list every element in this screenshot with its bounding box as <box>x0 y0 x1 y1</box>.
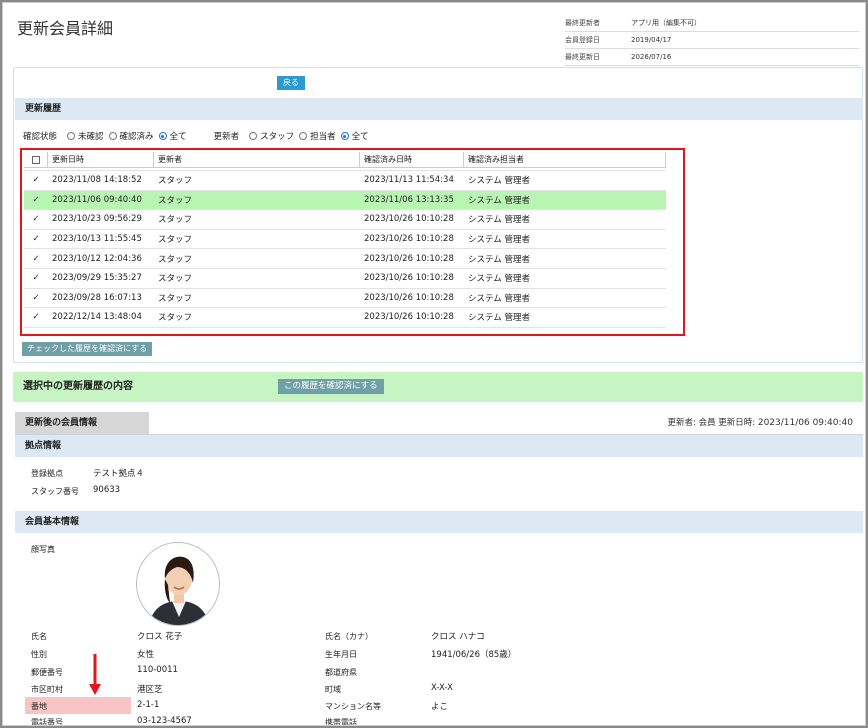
table-row[interactable]: ✓ 2023/09/28 16:07:13 スタッフ 2023/10/26 10… <box>24 289 666 309</box>
building-value: よこ <box>431 702 449 712</box>
zip-value: 110-0011 <box>137 665 178 675</box>
status-radio-unconfirmed[interactable]: 未確認 <box>67 130 104 142</box>
column-header[interactable]: 更新日時 <box>48 152 154 168</box>
column-header[interactable]: 確認済み担当者 <box>464 152 666 168</box>
status-radio-confirmed[interactable]: 確認済み <box>108 130 154 142</box>
page-title: 更新会員詳細 <box>17 19 114 38</box>
staff-number-value: 90633 <box>93 485 121 495</box>
table-row-selected[interactable]: ✓ 2023/11/06 09:40:40 スタッフ 2023/11/06 13… <box>24 190 666 211</box>
tel-value: 03-123-4567 <box>137 716 192 726</box>
column-header[interactable]: 更新者 <box>154 152 360 168</box>
history-table[interactable]: 更新日時 更新者 確認済み日時 確認済み担当者 ✓ 2023/12/19 13:… <box>20 148 685 336</box>
member-section-header: 会員基本情報 <box>15 511 863 533</box>
confirm-checked-button[interactable]: チェックした履歴を確認済にする <box>22 342 153 356</box>
meta-row: 会員登録日 2019/04/17 <box>565 32 859 49</box>
updater-radio-manager[interactable]: 担当者 <box>299 130 336 142</box>
table-row[interactable]: ✓ 2022/12/14 13:48:04 スタッフ 2023/10/26 10… <box>24 308 666 328</box>
table-body: ✓ 2023/12/19 13:44:29 スタッフ 2026/07/02 11… <box>24 160 666 328</box>
gender-value: 女性 <box>137 650 155 660</box>
column-header[interactable]: 確認済み日時 <box>360 152 464 168</box>
kana-value: クロス ハナコ <box>431 632 485 642</box>
member-photo <box>136 542 220 626</box>
back-button[interactable]: 戻る <box>277 76 305 90</box>
table-row[interactable]: ✓ 2023/10/12 12:04:36 スタッフ 2023/10/26 10… <box>24 249 666 269</box>
table-row[interactable]: ✓ 2023/10/23 09:56:29 スタッフ 2023/10/26 10… <box>24 210 666 230</box>
history-filters: 確認状態 未確認 確認済み 全て 更新者 スタッフ 担当者 全て <box>23 130 369 142</box>
table-row[interactable]: ✓ 2023/10/13 11:55:45 スタッフ 2023/10/26 10… <box>24 230 666 250</box>
tab-updated-member-info[interactable]: 更新後の会員情報 <box>15 412 149 434</box>
base-section-header: 拠点情報 <box>15 435 863 457</box>
meta-row: 最終更新日 2026/07/16 <box>565 49 859 66</box>
birth-value: 1941/06/26（85歳） <box>431 650 517 660</box>
confirm-this-button[interactable]: この履歴を確認済にする <box>278 379 384 394</box>
table-header: 更新日時 更新者 確認済み日時 確認済み担当者 <box>24 152 666 168</box>
table-row[interactable]: ✓ 2023/11/08 14:18:52 スタッフ 2023/11/13 11… <box>24 171 666 191</box>
name-value: クロス 花子 <box>137 632 183 642</box>
table-row[interactable]: ✓ 2023/09/29 15:35:27 スタッフ 2023/10/26 10… <box>24 269 666 289</box>
address-value: 2-1-1 <box>137 700 160 710</box>
history-section-header: 更新履歴 <box>15 98 863 120</box>
branch-value: テスト拠点４ <box>93 469 145 479</box>
meta-info: 最終更新者 アプリ用（編集不可） 会員登録日 2019/04/17 最終更新日 … <box>565 15 859 66</box>
app-window: 更新会員詳細 最終更新者 アプリ用（編集不可） 会員登録日 2019/04/17… <box>2 2 866 726</box>
select-all-checkbox[interactable] <box>31 156 40 164</box>
status-radio-all[interactable]: 全て <box>158 130 187 142</box>
updater-radio-all[interactable]: 全て <box>340 130 369 142</box>
meta-row: 最終更新者 アプリ用（編集不可） <box>565 15 859 32</box>
selected-history-header: 選択中の更新履歴の内容 <box>13 372 863 402</box>
arrow-down-icon <box>89 654 101 695</box>
city-value: 港区芝 <box>137 685 163 695</box>
updater-info: 更新者: 会員 更新日時: 2023/11/06 09:40:40 <box>667 418 854 428</box>
town-value: X-X-X <box>431 683 453 693</box>
updater-radio-staff[interactable]: スタッフ <box>249 130 294 142</box>
